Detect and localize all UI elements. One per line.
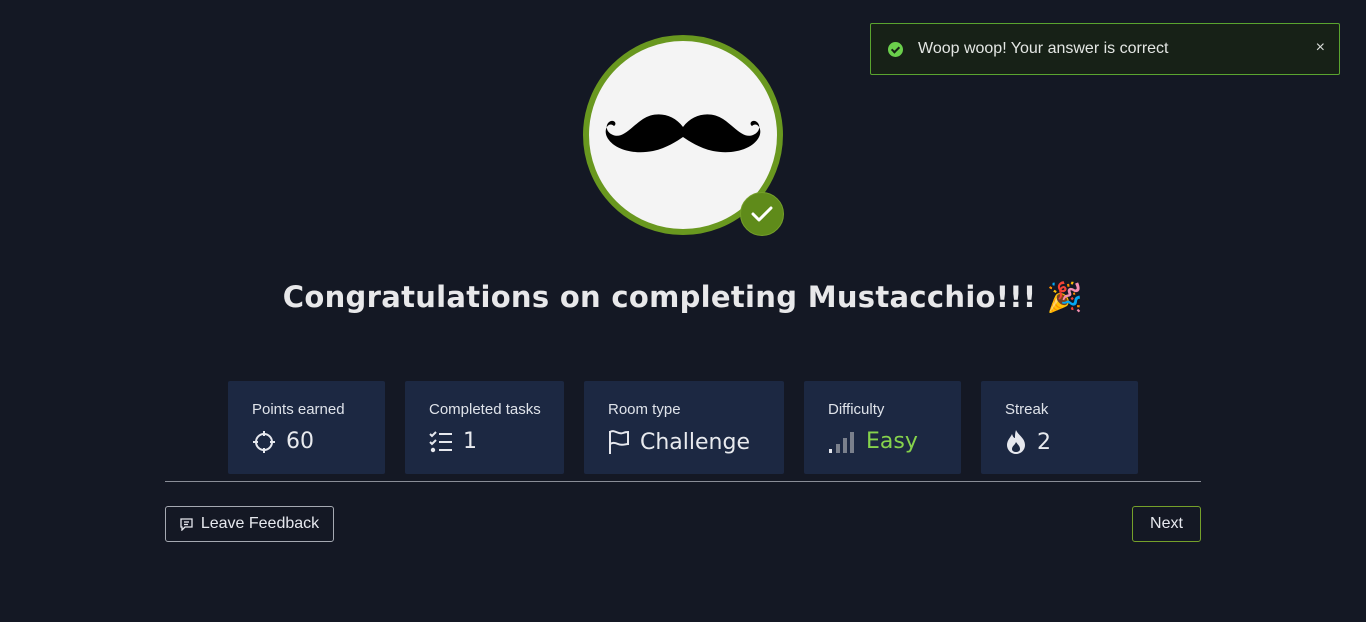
comment-icon [180, 517, 193, 531]
divider [165, 481, 1201, 482]
completed-badge [740, 192, 784, 236]
stat-card-streak: Streak 2 [981, 381, 1138, 474]
stat-card-difficulty: Difficulty Easy [804, 381, 961, 474]
next-label: Next [1150, 515, 1183, 532]
toast-message: Woop woop! Your answer is correct [918, 40, 1169, 57]
crosshair-icon [253, 430, 275, 453]
signal-bars-icon [829, 431, 854, 453]
stat-value: 2 [1037, 429, 1051, 455]
checklist-icon [429, 430, 452, 452]
stat-card-points: Points earned 60 [228, 381, 385, 474]
toast-close-button[interactable]: × [1316, 39, 1325, 57]
flame-icon [1007, 430, 1025, 454]
stat-value: Easy [866, 429, 918, 454]
stat-value: 1 [463, 429, 477, 454]
stat-label: Completed tasks [429, 401, 541, 418]
page-title: Congratulations on completing Mustacchio… [0, 280, 1366, 315]
room-avatar [583, 35, 784, 236]
stat-value: 60 [286, 429, 314, 454]
stat-value: Challenge [640, 429, 750, 455]
success-toast: Woop woop! Your answer is correct × [870, 23, 1340, 75]
title-text: Congratulations on completing Mustacchio… [282, 280, 1037, 314]
stat-label: Difficulty [828, 401, 885, 418]
leave-feedback-button[interactable]: Leave Feedback [165, 506, 334, 542]
stat-label: Streak [1005, 401, 1049, 418]
stat-card-room-type: Room type Challenge [584, 381, 784, 474]
check-icon [751, 206, 773, 222]
flag-icon [609, 430, 629, 454]
stat-label: Points earned [252, 401, 345, 418]
leave-feedback-label: Leave Feedback [200, 515, 320, 532]
party-popper-icon: 🎉 [1046, 280, 1084, 314]
stat-card-tasks: Completed tasks 1 [405, 381, 564, 474]
mustache-icon [605, 114, 761, 153]
stat-label: Room type [608, 401, 681, 418]
success-check-icon [888, 41, 903, 57]
next-button[interactable]: Next [1132, 506, 1201, 542]
